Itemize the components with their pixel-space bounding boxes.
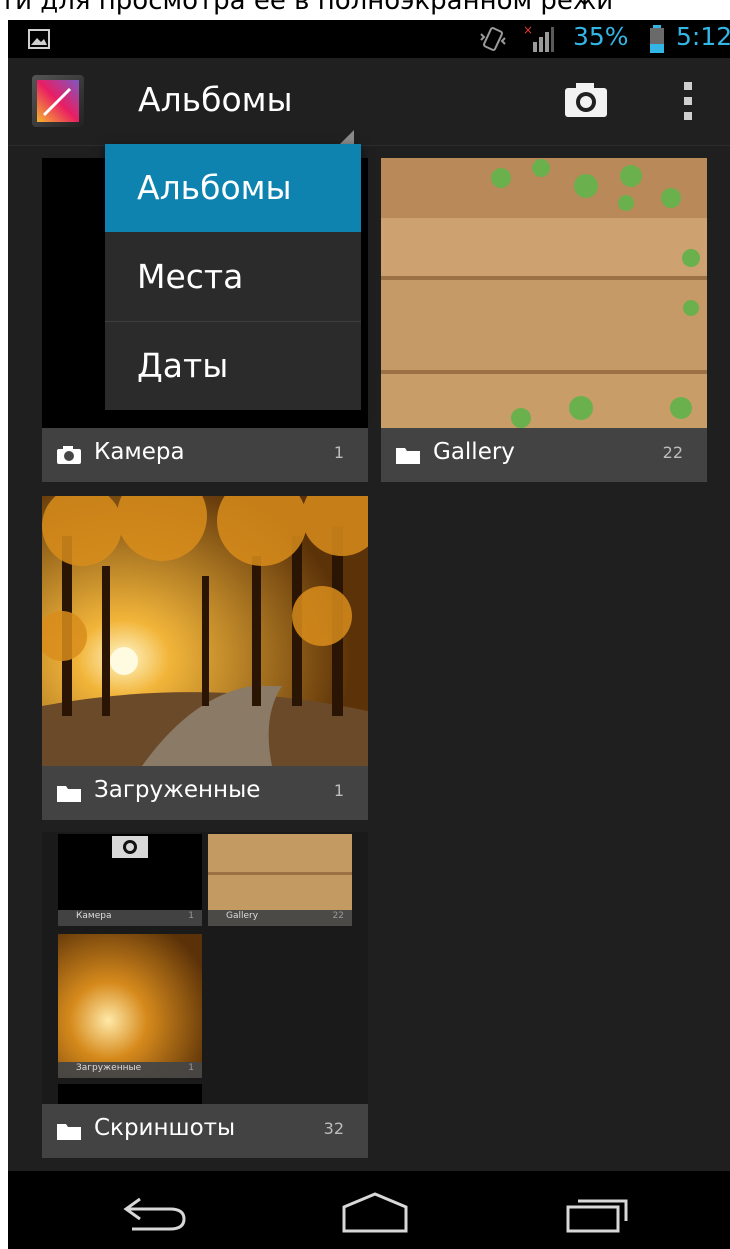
gallery-app-icon xyxy=(37,80,79,122)
album-name: Загруженные xyxy=(94,777,261,803)
battery-percent: 35% xyxy=(573,22,629,51)
svg-text:×: × xyxy=(523,24,533,37)
album-count: 1 xyxy=(333,781,344,800)
mini-album-count: 1 xyxy=(188,911,194,921)
album-label: Gallery 22 xyxy=(381,428,707,482)
mini-album-name: Загруженные xyxy=(76,1063,142,1073)
clock: 5:12 xyxy=(676,22,730,51)
album-name: Камера xyxy=(94,439,185,465)
mini-label: Камера 1 xyxy=(58,910,202,926)
camera-button[interactable] xyxy=(563,81,609,119)
autumn-forest-thumbnail xyxy=(42,496,368,766)
album-label: Камера 1 xyxy=(42,428,368,482)
folder-icon xyxy=(396,448,420,464)
album-count: 22 xyxy=(662,443,683,462)
wood-thumbnail xyxy=(381,158,707,428)
album-downloads[interactable]: Загруженные 1 xyxy=(42,496,368,820)
view-dropdown-menu: Альбомы Места Даты xyxy=(105,144,361,410)
album-name: Скриншоты xyxy=(94,1115,236,1141)
gallery-notification-icon xyxy=(28,29,50,49)
menu-item-places[interactable]: Места xyxy=(105,233,361,321)
album-label: Загруженные 1 xyxy=(42,766,368,820)
action-bar: Альбомы xyxy=(8,58,730,154)
signal-icon: × xyxy=(523,24,554,52)
battery-icon xyxy=(650,25,664,53)
album-name: Gallery xyxy=(433,439,515,465)
mini-album-count: 1 xyxy=(188,1063,194,1073)
album-screenshots[interactable]: Камера 1 Gallery 22 Загруженные 1 Скринш… xyxy=(42,832,368,1158)
album-count: 1 xyxy=(333,443,344,462)
menu-item-label: Альбомы xyxy=(137,168,292,207)
status-bar: × 35% 5:12 xyxy=(8,20,730,58)
menu-item-dates[interactable]: Даты xyxy=(105,322,361,410)
recent-apps-button[interactable] xyxy=(564,1191,634,1235)
back-button[interactable] xyxy=(118,1193,190,1233)
mini-label: Загруженные 1 xyxy=(58,1062,202,1078)
mini-album-downloads: Загруженные 1 xyxy=(58,934,202,1078)
album-gallery[interactable]: Gallery 22 xyxy=(381,158,707,482)
vibrate-icon xyxy=(480,27,506,51)
home-button[interactable] xyxy=(340,1191,410,1235)
device-screen: × 35% 5:12 Альбомы Камера 1 Gallery 22 З… xyxy=(8,20,730,1249)
mini-album-more xyxy=(58,1084,202,1104)
folder-icon xyxy=(57,1124,81,1140)
mini-label: Gallery 22 xyxy=(208,910,352,926)
navigation-bar xyxy=(8,1171,730,1249)
app-icon[interactable] xyxy=(32,75,84,127)
menu-item-label: Места xyxy=(137,257,244,296)
mini-camera-icon xyxy=(112,836,148,858)
mini-album-name: Камера xyxy=(76,911,112,921)
action-bar-title: Альбомы xyxy=(138,80,293,119)
album-label: Скриншоты 32 xyxy=(42,1104,368,1158)
album-count: 32 xyxy=(323,1119,344,1138)
cropped-caption-text: ти для просмотра её в полноэкранном режи xyxy=(0,0,614,16)
menu-item-albums[interactable]: Альбомы xyxy=(105,144,361,232)
cropped-caption: ти для просмотра её в полноэкранном режи xyxy=(0,0,730,20)
menu-item-label: Даты xyxy=(137,346,229,385)
camera-icon xyxy=(57,446,81,464)
mini-album-count: 22 xyxy=(332,911,344,921)
folder-icon xyxy=(57,786,81,802)
mini-album-name: Gallery xyxy=(226,911,259,921)
mini-album-gallery: Gallery 22 xyxy=(208,834,352,926)
overflow-menu-icon[interactable] xyxy=(682,80,694,122)
mini-album-camera: Камера 1 xyxy=(58,834,202,926)
